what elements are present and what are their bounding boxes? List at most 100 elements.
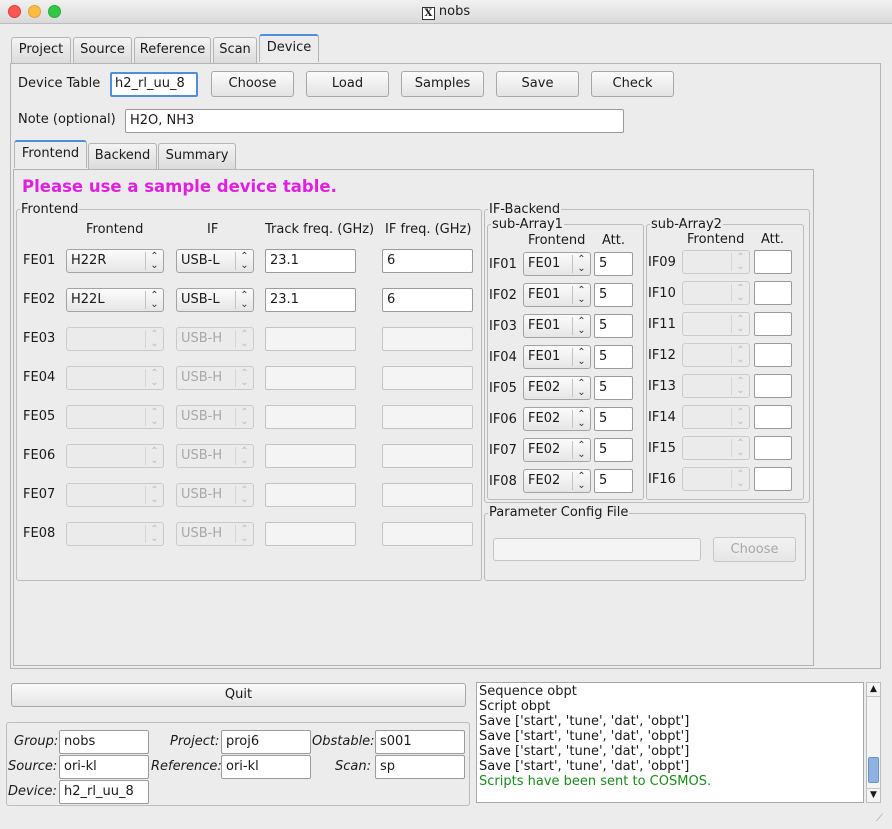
if-select[interactable]: USB-H ⌃ ⌄ — [176, 327, 254, 351]
if-select[interactable]: USB-H ⌃ ⌄ — [176, 522, 254, 546]
att-input[interactable]: 5 — [594, 438, 633, 462]
if-frontend-select[interactable]: FE02 ⌃ ⌄ — [523, 469, 591, 493]
att-input[interactable]: 5 — [594, 314, 633, 338]
if-freq-input[interactable] — [382, 366, 473, 390]
if-frontend-select[interactable]: FE02 ⌃ ⌄ — [523, 438, 591, 462]
att-input[interactable]: 5 — [594, 469, 633, 493]
note-input[interactable]: H2O, NH3 — [125, 109, 624, 133]
att-input[interactable] — [754, 343, 792, 367]
if-frontend-select[interactable]: ⌃ ⌄ — [682, 250, 750, 274]
if-frontend-select[interactable]: ⌃ ⌄ — [682, 343, 750, 367]
if-frontend-select[interactable]: FE01 ⌃ ⌄ — [523, 283, 591, 307]
group-field[interactable]: nobs — [59, 730, 149, 754]
track-freq-input[interactable]: 23.1 — [265, 249, 356, 273]
att-input[interactable]: 5 — [594, 407, 633, 431]
tab-project[interactable]: Project — [11, 37, 71, 63]
choose-button[interactable]: Choose — [211, 71, 294, 97]
tab-scan[interactable]: Scan — [213, 37, 257, 63]
att-input[interactable] — [754, 467, 792, 491]
tab-source[interactable]: Source — [73, 37, 132, 63]
frontend-select[interactable]: ⌃ ⌄ — [66, 483, 164, 507]
if-select[interactable]: USB-L ⌃ ⌄ — [176, 288, 254, 312]
quit-button[interactable]: Quit — [11, 683, 466, 707]
device-table-input[interactable]: h2_rl_uu_8 — [110, 72, 198, 97]
if-frontend-select[interactable]: ⌃ ⌄ — [682, 405, 750, 429]
track-freq-input[interactable] — [265, 522, 356, 546]
if-select[interactable]: USB-L ⌃ ⌄ — [176, 249, 254, 273]
frontend-select[interactable]: ⌃ ⌄ — [66, 522, 164, 546]
source-field[interactable]: ori-kl — [59, 755, 149, 779]
att-input[interactable] — [754, 374, 792, 398]
device-field[interactable]: h2_rl_uu_8 — [59, 780, 149, 804]
tab-backend[interactable]: Backend — [88, 143, 157, 169]
scrollbar-thumb[interactable] — [868, 757, 879, 783]
if-freq-input[interactable] — [382, 405, 473, 429]
samples-button[interactable]: Samples — [401, 71, 484, 97]
track-freq-input[interactable] — [265, 483, 356, 507]
scroll-down-icon[interactable]: ▼ — [867, 788, 880, 802]
if-frontend-select[interactable]: ⌃ ⌄ — [682, 467, 750, 491]
if-select[interactable]: USB-H ⌃ ⌄ — [176, 483, 254, 507]
if-freq-input[interactable] — [382, 522, 473, 546]
save-button[interactable]: Save — [496, 71, 579, 97]
att-input[interactable] — [754, 281, 792, 305]
if-freq-input[interactable] — [382, 327, 473, 351]
reference-field[interactable]: ori-kl — [221, 755, 311, 779]
param-config-input[interactable] — [493, 538, 701, 561]
track-freq-input[interactable] — [265, 405, 356, 429]
frontend-select[interactable]: ⌃ ⌄ — [66, 366, 164, 390]
tab-device[interactable]: Device — [259, 34, 319, 62]
if-frontend-select[interactable]: FE01 ⌃ ⌄ — [523, 252, 591, 276]
if-select[interactable]: USB-H ⌃ ⌄ — [176, 405, 254, 429]
if-freq-input[interactable]: 6 — [382, 249, 473, 273]
check-button[interactable]: Check — [591, 71, 674, 97]
tab-reference[interactable]: Reference — [134, 37, 211, 63]
frontend-select[interactable]: H22L ⌃ ⌄ — [66, 288, 164, 312]
att-input[interactable] — [754, 250, 792, 274]
track-freq-input[interactable] — [265, 366, 356, 390]
resize-grip-icon[interactable]: ⟋ — [876, 814, 888, 826]
if-frontend-select[interactable]: ⌃ ⌄ — [682, 436, 750, 460]
if-select[interactable]: USB-H ⌃ ⌄ — [176, 444, 254, 468]
chevron-up-down-icon: ⌃ ⌄ — [235, 486, 253, 505]
if-frontend-select[interactable]: ⌃ ⌄ — [682, 374, 750, 398]
if-select[interactable]: USB-H ⌃ ⌄ — [176, 366, 254, 390]
track-freq-input[interactable] — [265, 444, 356, 468]
att-input[interactable]: 5 — [594, 345, 633, 369]
if-frontend-select[interactable]: ⌃ ⌄ — [682, 281, 750, 305]
obstable-label: Obstable: — [312, 734, 375, 749]
tab-frontend[interactable]: Frontend — [14, 140, 87, 168]
sub-array1-title: sub-Array1 — [491, 217, 564, 232]
log-output[interactable]: Sequence obpt Script obpt Save ['start', '… — [476, 682, 864, 803]
load-button[interactable]: Load — [306, 71, 389, 97]
att-input[interactable] — [754, 312, 792, 336]
frontend-select[interactable]: ⌃ ⌄ — [66, 444, 164, 468]
att-input[interactable]: 5 — [594, 283, 633, 307]
track-freq-input[interactable] — [265, 327, 356, 351]
if-frontend-select[interactable]: FE01 ⌃ ⌄ — [523, 314, 591, 338]
att-input[interactable]: 5 — [594, 252, 633, 276]
frontend-select[interactable]: ⌃ ⌄ — [66, 327, 164, 351]
param-config-choose-button[interactable]: Choose — [713, 537, 796, 562]
track-freq-input[interactable]: 23.1 — [265, 288, 356, 312]
log-scrollbar[interactable]: ▲ ▼ — [866, 682, 881, 803]
source-label: Source: — [8, 759, 58, 774]
if-frontend-select[interactable]: FE02 ⌃ ⌄ — [523, 407, 591, 431]
project-field[interactable]: proj6 — [221, 730, 311, 754]
if-frontend-select[interactable]: FE02 ⌃ ⌄ — [523, 376, 591, 400]
att-input[interactable] — [754, 436, 792, 460]
frontend-select[interactable]: H22R ⌃ ⌄ — [66, 249, 164, 273]
if-freq-input[interactable]: 6 — [382, 288, 473, 312]
if-freq-input[interactable] — [382, 444, 473, 468]
tab-summary[interactable]: Summary — [158, 143, 236, 169]
scan-field[interactable]: sp — [375, 755, 465, 779]
if-frontend-select[interactable]: ⌃ ⌄ — [682, 312, 750, 336]
obstable-field[interactable]: s001 — [375, 730, 465, 754]
frontend-select[interactable]: ⌃ ⌄ — [66, 405, 164, 429]
chevron-up-down-icon: ⌃ ⌄ — [235, 252, 253, 271]
if-frontend-select[interactable]: FE01 ⌃ ⌄ — [523, 345, 591, 369]
att-input[interactable]: 5 — [594, 376, 633, 400]
scroll-up-icon[interactable]: ▲ — [867, 683, 880, 697]
if-freq-input[interactable] — [382, 483, 473, 507]
att-input[interactable] — [754, 405, 792, 429]
